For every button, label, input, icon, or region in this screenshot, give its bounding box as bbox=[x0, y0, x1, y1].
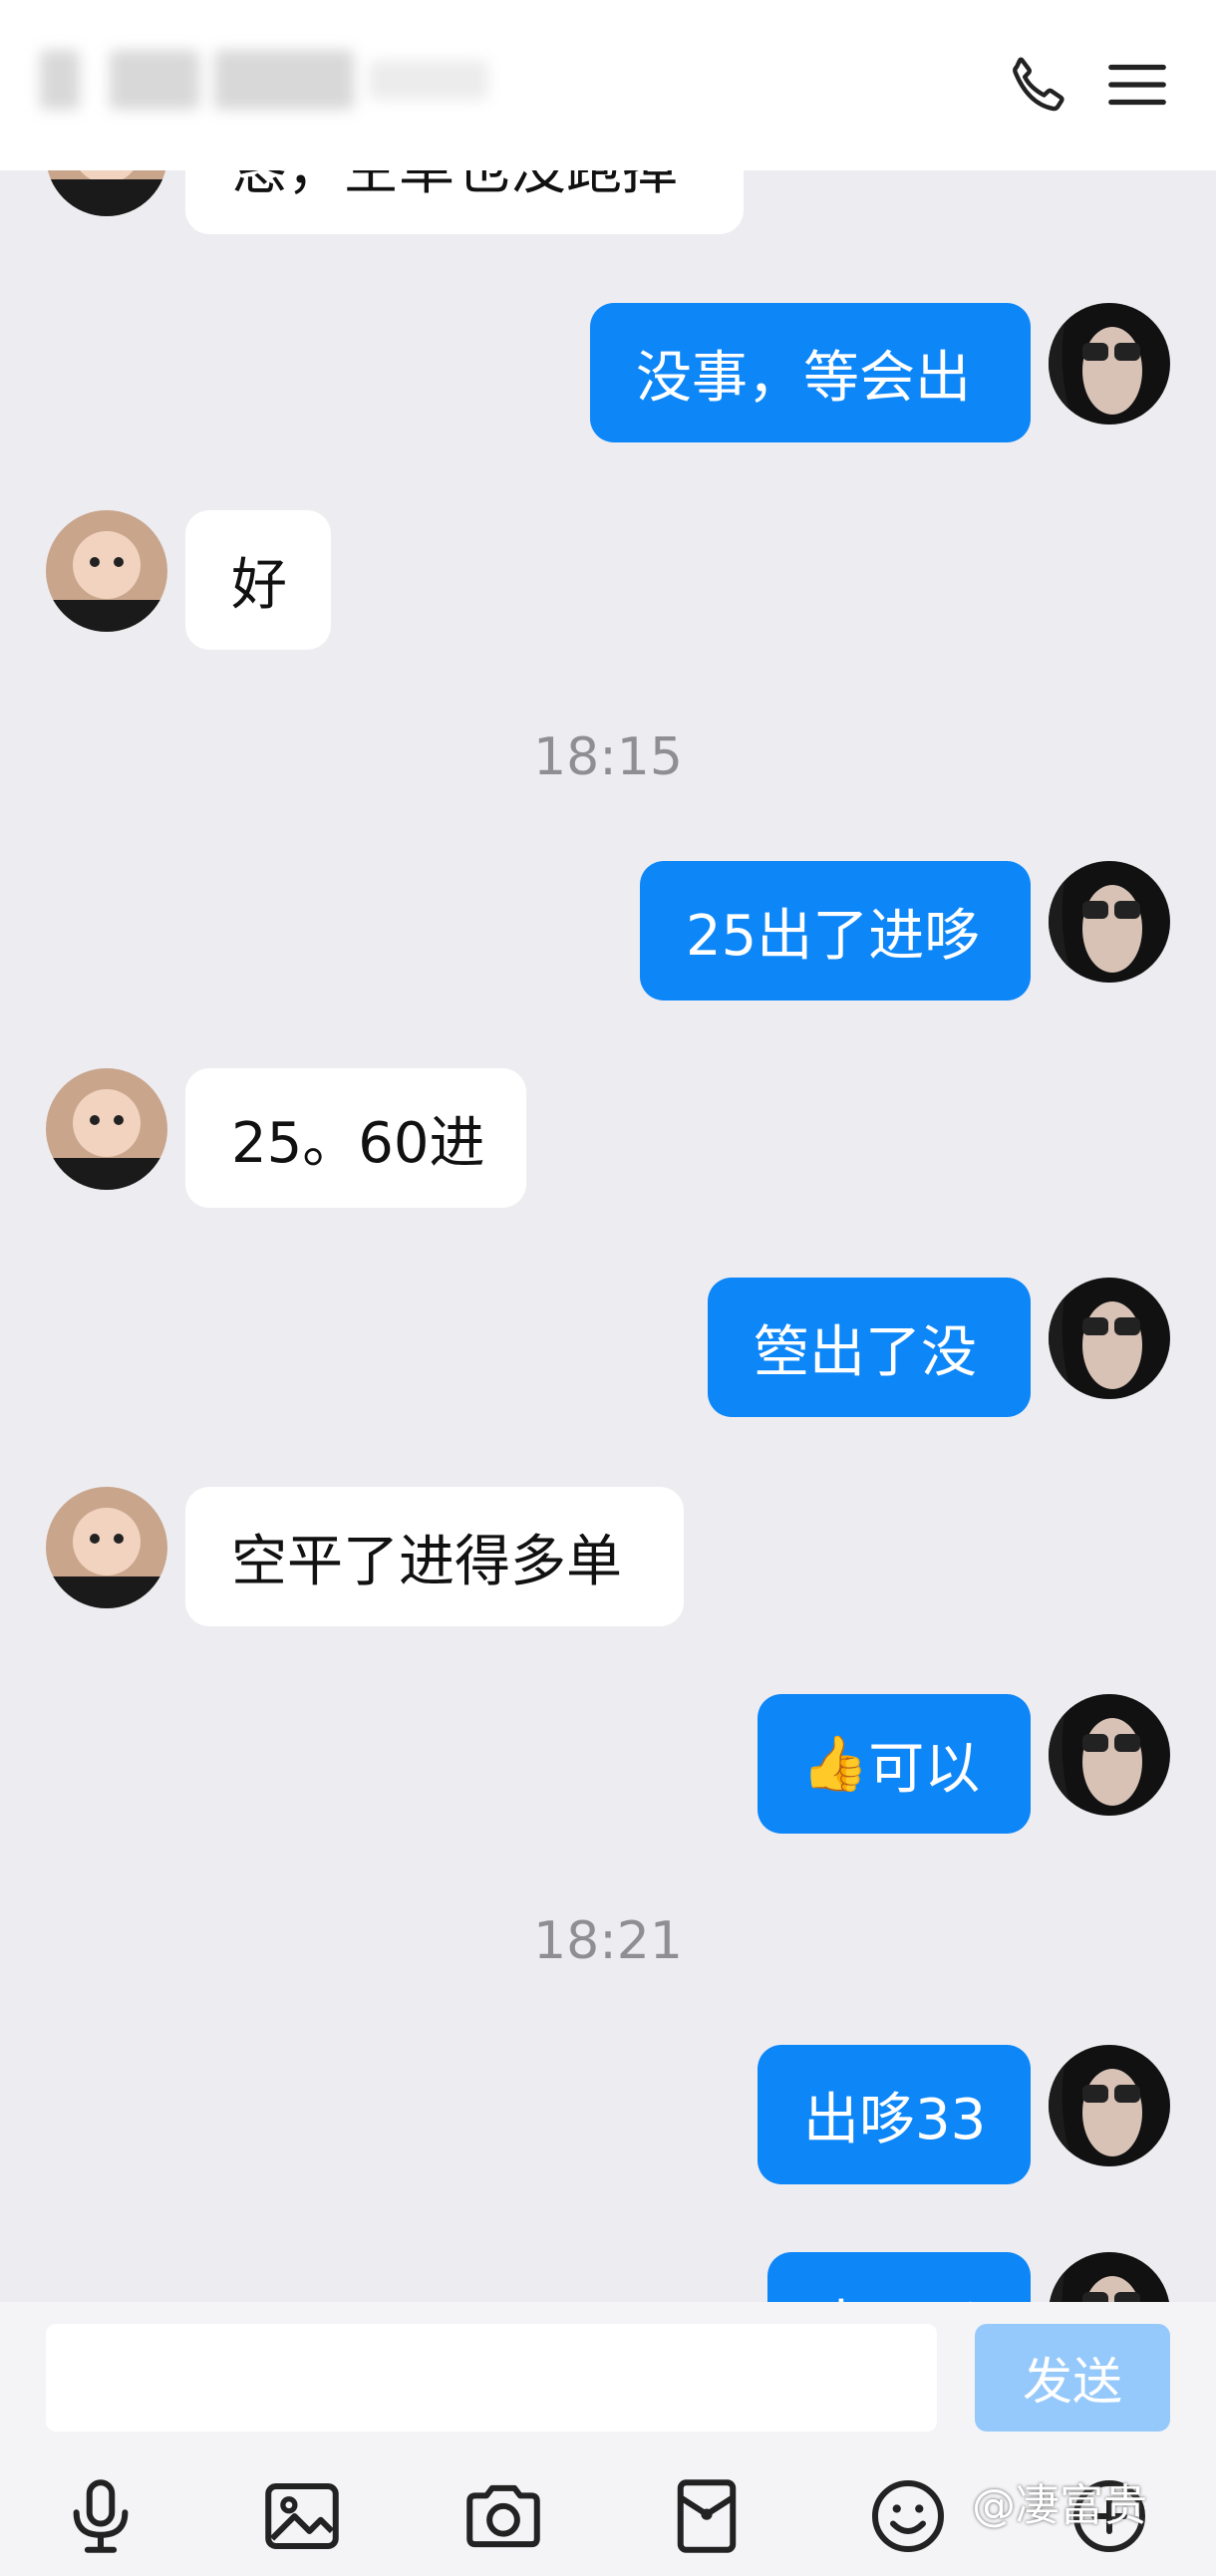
incoming-message[interactable]: 25。60进 bbox=[185, 1068, 526, 1208]
message-text: 箜出了没 bbox=[754, 1319, 977, 1385]
thumbs-up-emoji-icon: 👍 bbox=[801, 1732, 869, 1795]
message-text: 没事，等会出 bbox=[636, 345, 971, 411]
my-avatar[interactable] bbox=[1049, 2045, 1170, 2166]
message-text: 出哆33 bbox=[803, 2087, 987, 2152]
my-avatar[interactable] bbox=[1049, 2252, 1170, 2302]
contact-name-blurred bbox=[40, 40, 518, 130]
message-text: 可以 bbox=[868, 1736, 981, 1802]
watermark: @凄富贵 bbox=[972, 2480, 1147, 2531]
timestamp: 18:15 bbox=[533, 727, 683, 787]
outgoing-message[interactable]: 箜出了没 bbox=[708, 1278, 1031, 1417]
incoming-message[interactable]: 空平了进得多单 bbox=[185, 1487, 684, 1626]
phone-icon[interactable] bbox=[1003, 50, 1072, 120]
my-avatar[interactable] bbox=[1049, 303, 1170, 425]
outgoing-message[interactable]: 出了吗 bbox=[767, 2252, 1031, 2302]
timestamp: 18:21 bbox=[533, 1911, 683, 1971]
message-text: 25。60进 bbox=[231, 1110, 485, 1176]
menu-icon[interactable] bbox=[1102, 50, 1172, 120]
incoming-message[interactable]: 好 bbox=[185, 510, 331, 650]
outgoing-message[interactable]: 出哆33 bbox=[758, 2045, 1031, 2184]
message-text: 出了吗 bbox=[813, 2282, 981, 2303]
contact-avatar[interactable] bbox=[46, 1068, 167, 1190]
camera-icon[interactable] bbox=[458, 2471, 548, 2561]
message-text: 好 bbox=[231, 552, 287, 618]
my-avatar[interactable] bbox=[1049, 1694, 1170, 1816]
message-input[interactable] bbox=[46, 2324, 937, 2432]
chat-header bbox=[0, 0, 1216, 170]
image-icon[interactable] bbox=[257, 2471, 347, 2561]
outgoing-message[interactable]: 👍 可以 bbox=[758, 1694, 1031, 1834]
contact-avatar[interactable] bbox=[46, 1487, 167, 1608]
chat-area[interactable]: 恳，空单也没跑掉 没事，等会出 好 18:15 25出了进哆 25。60进 箜出… bbox=[0, 0, 1216, 2302]
emoji-icon[interactable] bbox=[863, 2471, 953, 2561]
my-avatar[interactable] bbox=[1049, 861, 1170, 983]
input-bar: 发送 bbox=[0, 2302, 1216, 2576]
outgoing-message[interactable]: 25出了进哆 bbox=[640, 861, 1031, 1001]
red-packet-icon[interactable] bbox=[662, 2471, 752, 2561]
my-avatar[interactable] bbox=[1049, 1278, 1170, 1399]
message-text: 25出了进哆 bbox=[686, 903, 981, 969]
contact-avatar[interactable] bbox=[46, 510, 167, 632]
mic-icon[interactable] bbox=[56, 2471, 146, 2561]
message-text: 空平了进得多单 bbox=[231, 1529, 622, 1594]
outgoing-message[interactable]: 没事，等会出 bbox=[590, 303, 1031, 442]
send-button[interactable]: 发送 bbox=[975, 2324, 1170, 2432]
